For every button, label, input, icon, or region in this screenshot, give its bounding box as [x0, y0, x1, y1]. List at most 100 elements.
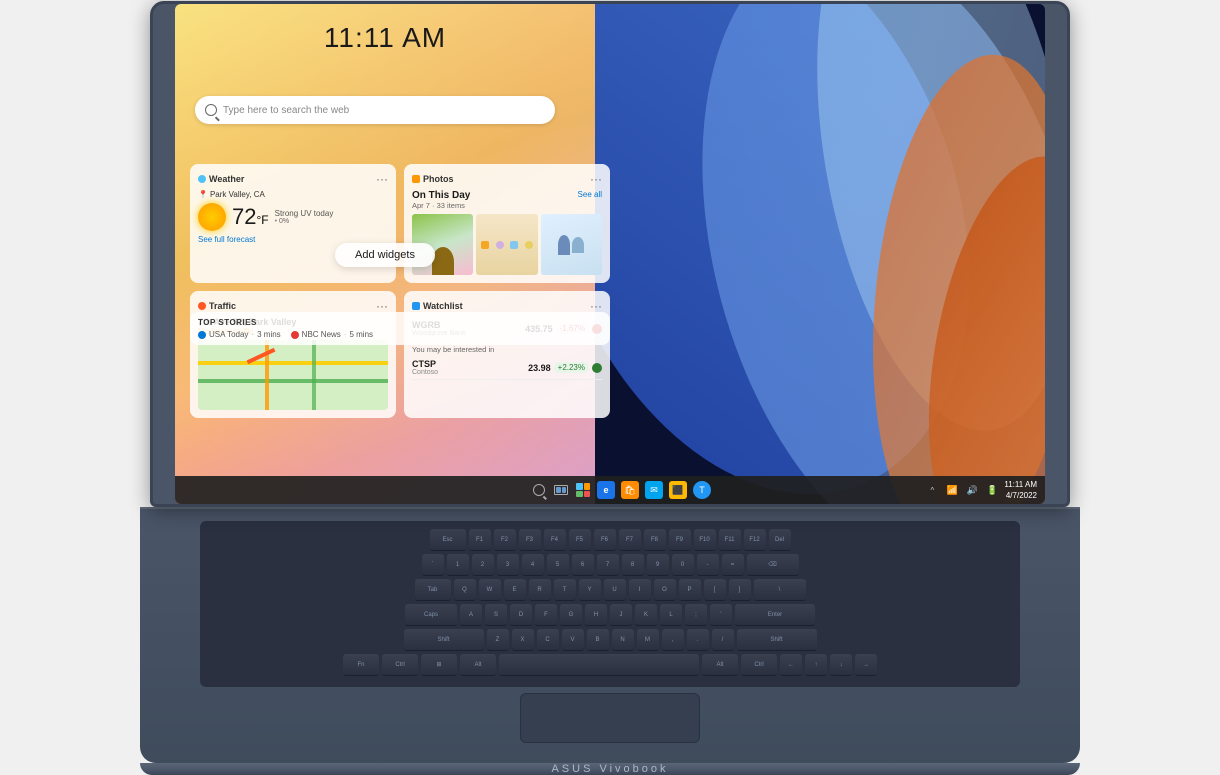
key-space[interactable] — [499, 654, 699, 676]
key-s[interactable]: S — [485, 604, 507, 626]
key-f6[interactable]: F6 — [594, 529, 616, 551]
key-enter[interactable]: Enter — [735, 604, 815, 626]
key-esc[interactable]: Esc — [430, 529, 466, 551]
key-g[interactable]: G — [560, 604, 582, 626]
taskbar-app-teams[interactable]: T — [693, 481, 711, 499]
key-tab[interactable]: Tab — [415, 579, 451, 601]
taskview-button[interactable] — [553, 482, 569, 498]
key-comma[interactable]: , — [662, 629, 684, 651]
photos-menu-icon[interactable]: ··· — [590, 172, 602, 186]
key-7[interactable]: 7 — [597, 554, 619, 576]
key-2[interactable]: 2 — [472, 554, 494, 576]
taskbar-app-mail[interactable]: ✉ — [645, 481, 663, 499]
key-b[interactable]: B — [587, 629, 609, 651]
key-p[interactable]: P — [679, 579, 701, 601]
key-caps[interactable]: Caps — [405, 604, 457, 626]
key-lshift[interactable]: Shift — [404, 629, 484, 651]
key-down[interactable]: ↓ — [830, 654, 852, 676]
search-bar[interactable]: Type here to search the web — [195, 96, 555, 124]
key-l[interactable]: L — [660, 604, 682, 626]
key-alt[interactable]: Alt — [460, 654, 496, 676]
widgets-button[interactable] — [575, 482, 591, 498]
key-c[interactable]: C — [537, 629, 559, 651]
key-semicolon[interactable]: ; — [685, 604, 707, 626]
taskbar-app-edge[interactable]: e — [597, 481, 615, 499]
key-u[interactable]: U — [604, 579, 626, 601]
key-n[interactable]: N — [612, 629, 634, 651]
key-f4[interactable]: F4 — [544, 529, 566, 551]
key-a[interactable]: A — [460, 604, 482, 626]
key-ctrl[interactable]: Ctrl — [382, 654, 418, 676]
key-5[interactable]: 5 — [547, 554, 569, 576]
key-1[interactable]: 1 — [447, 554, 469, 576]
key-f7[interactable]: F7 — [619, 529, 641, 551]
key-i[interactable]: I — [629, 579, 651, 601]
key-f10[interactable]: F10 — [694, 529, 716, 551]
key-f11[interactable]: F11 — [719, 529, 741, 551]
key-j[interactable]: J — [610, 604, 632, 626]
key-period[interactable]: . — [687, 629, 709, 651]
key-slash[interactable]: / — [712, 629, 734, 651]
touchpad[interactable] — [520, 693, 700, 743]
key-right[interactable]: → — [855, 654, 877, 676]
start-button[interactable] — [509, 482, 525, 498]
key-del[interactable]: Del — [769, 529, 791, 551]
key-f3[interactable]: F3 — [519, 529, 541, 551]
key-f[interactable]: F — [535, 604, 557, 626]
key-backslash[interactable]: \ — [754, 579, 806, 601]
key-f1[interactable]: F1 — [469, 529, 491, 551]
key-o[interactable]: O — [654, 579, 676, 601]
key-y[interactable]: Y — [579, 579, 601, 601]
key-minus[interactable]: - — [697, 554, 719, 576]
see-all-link[interactable]: See all — [578, 190, 602, 199]
key-equals[interactable]: = — [722, 554, 744, 576]
key-left[interactable]: ← — [780, 654, 802, 676]
key-lbracket[interactable]: [ — [704, 579, 726, 601]
key-9[interactable]: 9 — [647, 554, 669, 576]
key-t[interactable]: T — [554, 579, 576, 601]
key-v[interactable]: V — [562, 629, 584, 651]
key-z[interactable]: Z — [487, 629, 509, 651]
key-6[interactable]: 6 — [572, 554, 594, 576]
key-up[interactable]: ↑ — [805, 654, 827, 676]
tray-volume-icon[interactable]: 🔊 — [964, 482, 980, 498]
key-d[interactable]: D — [510, 604, 532, 626]
weather-menu-icon[interactable]: ··· — [376, 172, 388, 186]
key-f5[interactable]: F5 — [569, 529, 591, 551]
key-8[interactable]: 8 — [622, 554, 644, 576]
taskbar-search-button[interactable] — [531, 482, 547, 498]
taskbar-app-photos[interactable]: ⬛ — [669, 481, 687, 499]
key-f12[interactable]: F12 — [744, 529, 766, 551]
key-h[interactable]: H — [585, 604, 607, 626]
key-win[interactable]: ⊞ — [421, 654, 457, 676]
key-f9[interactable]: F9 — [669, 529, 691, 551]
key-w[interactable]: W — [479, 579, 501, 601]
key-f2[interactable]: F2 — [494, 529, 516, 551]
key-ralt[interactable]: Alt — [702, 654, 738, 676]
add-widgets-button[interactable]: Add widgets — [335, 243, 435, 267]
traffic-menu-icon[interactable]: ··· — [376, 299, 388, 313]
key-0[interactable]: 0 — [672, 554, 694, 576]
key-m[interactable]: M — [637, 629, 659, 651]
key-fn[interactable]: Fn — [343, 654, 379, 676]
key-x[interactable]: X — [512, 629, 534, 651]
key-quote[interactable]: ' — [710, 604, 732, 626]
key-backspace[interactable]: ⌫ — [747, 554, 799, 576]
taskbar-clock[interactable]: 11:11 AM 4/7/2022 — [1004, 479, 1037, 501]
key-backtick[interactable]: ` — [422, 554, 444, 576]
key-rshift[interactable]: Shift — [737, 629, 817, 651]
key-f8[interactable]: F8 — [644, 529, 666, 551]
tray-battery-icon[interactable]: 🔋 — [984, 482, 1000, 498]
taskbar-app-store[interactable]: 🛍 — [621, 481, 639, 499]
key-r[interactable]: R — [529, 579, 551, 601]
key-k[interactable]: K — [635, 604, 657, 626]
watchlist-menu-icon[interactable]: ··· — [590, 299, 602, 313]
tray-chevron[interactable]: ^ — [924, 482, 940, 498]
key-3[interactable]: 3 — [497, 554, 519, 576]
key-rctrl[interactable]: Ctrl — [741, 654, 777, 676]
tray-wifi-icon[interactable]: 📶 — [944, 482, 960, 498]
key-e[interactable]: E — [504, 579, 526, 601]
key-rbracket[interactable]: ] — [729, 579, 751, 601]
key-4[interactable]: 4 — [522, 554, 544, 576]
key-q[interactable]: Q — [454, 579, 476, 601]
